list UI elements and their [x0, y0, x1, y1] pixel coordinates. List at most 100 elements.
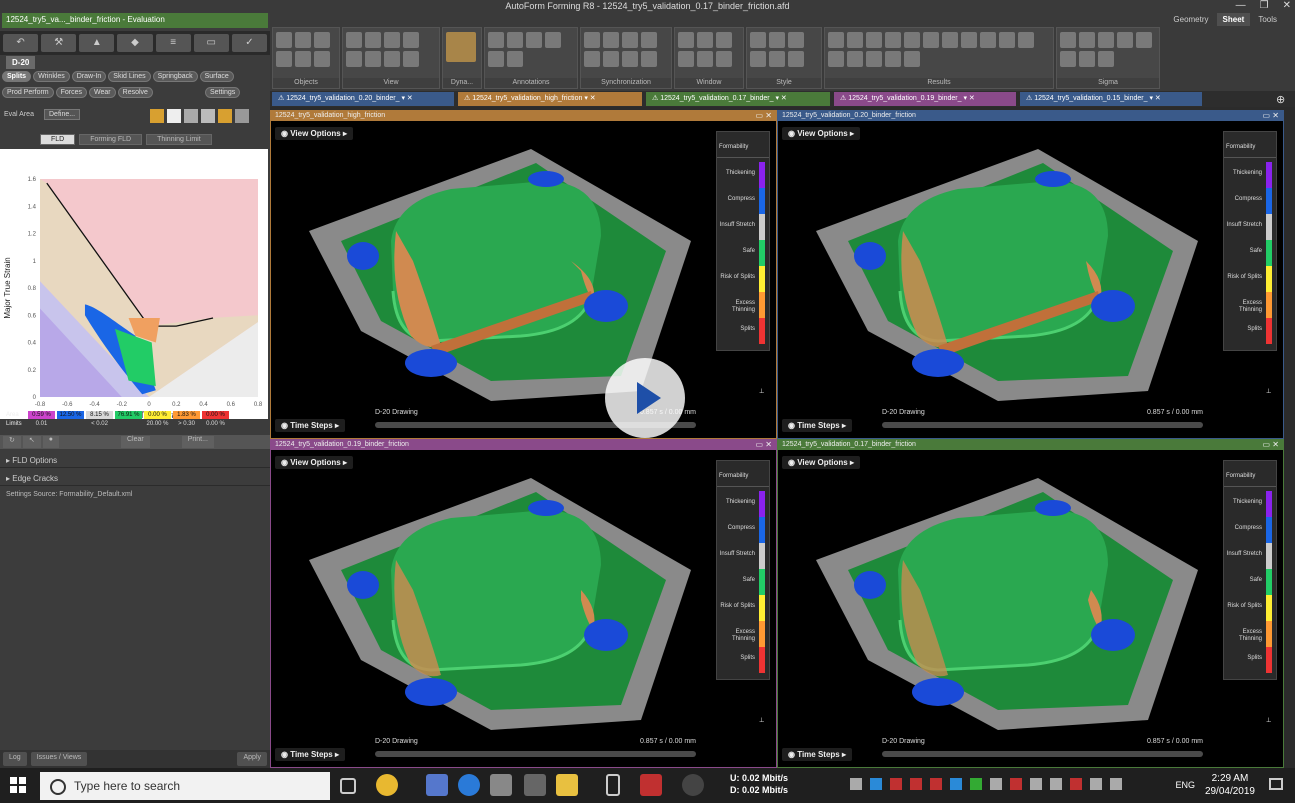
file-tab-0.20[interactable]: ⚠ 12524_try5_validation_0.20_binder_ ▾ ✕	[272, 92, 454, 106]
folder-icon[interactable]	[556, 774, 578, 796]
settings-button[interactable]: Settings	[204, 87, 241, 98]
results-icons[interactable]	[828, 32, 1050, 67]
tab-sheet[interactable]: Sheet	[1216, 13, 1251, 26]
objects-icons[interactable]	[276, 32, 336, 67]
monitor-icon[interactable]: ▭	[193, 34, 229, 52]
part-model[interactable]	[301, 470, 731, 730]
close-icon[interactable]: ▭ ✕	[1263, 111, 1279, 121]
edge-icon[interactable]	[458, 774, 480, 796]
tab-tools[interactable]: Tools	[1252, 13, 1283, 26]
log-button[interactable]: Log	[3, 752, 27, 766]
view-options-button[interactable]: ◉ View Options ▸	[275, 127, 353, 140]
taskbar-search[interactable]: Type here to search	[40, 772, 330, 800]
add-tab-icon[interactable]: ⊕	[1270, 91, 1291, 105]
part-model[interactable]	[808, 470, 1238, 730]
time-slider[interactable]	[375, 751, 696, 757]
undo-icon[interactable]: ↶	[3, 34, 39, 52]
file-tab-0.17[interactable]: ⚠ 12524_try5_validation_0.17_binder_ ▾ ✕	[646, 92, 830, 106]
annotations-icons[interactable]	[488, 32, 574, 67]
video-play-button[interactable]	[605, 358, 685, 438]
time-steps-button[interactable]: ◉ Time Steps ▸	[275, 419, 345, 432]
die-icon[interactable]: ▲	[79, 34, 115, 52]
tool-icon[interactable]: ⚒	[41, 34, 77, 52]
tray-icons[interactable]	[850, 778, 1122, 790]
style-icons[interactable]	[750, 32, 818, 67]
viewport-4[interactable]: 12524_try5_validation_0.17_binder_fricti…	[777, 439, 1284, 768]
view-icons[interactable]	[346, 32, 436, 67]
file-tab-0.19[interactable]: ⚠ 12524_try5_validation_0.19_binder_ ▾ ✕	[834, 92, 1016, 106]
minimize-button[interactable]: —	[1236, 0, 1246, 11]
clear-button[interactable]: Clear	[120, 436, 150, 448]
close-icon[interactable]: ▭ ✕	[756, 111, 772, 121]
part-tab[interactable]: D-20	[6, 56, 36, 69]
springback-button[interactable]: Springback	[152, 71, 198, 82]
close-icon[interactable]: ▭ ✕	[756, 440, 772, 450]
export-icon[interactable]	[235, 109, 249, 123]
task-view-icon[interactable]	[340, 778, 356, 794]
file-tab-0.15[interactable]: ⚠ 12524_try5_validation_0.15_binder_ ▾ ✕	[1020, 92, 1202, 106]
pin-icon[interactable]: ●	[42, 436, 59, 448]
window-icons[interactable]	[678, 32, 740, 67]
blank-icon[interactable]: ◆	[117, 34, 153, 52]
wrinkles-button[interactable]: Wrinkles	[33, 71, 70, 82]
hammer-icon[interactable]	[218, 109, 232, 123]
app-icon[interactable]	[426, 774, 448, 796]
dyna-icons[interactable]	[446, 32, 478, 62]
time-steps-button[interactable]: ◉ Time Steps ▸	[782, 748, 852, 761]
apply-button[interactable]: Apply	[237, 752, 267, 766]
part-model[interactable]	[301, 141, 731, 401]
tab-thinning-limit[interactable]: Thinning Limit	[146, 134, 212, 145]
wear-button[interactable]: Wear	[89, 87, 116, 98]
fld-chart[interactable]: -0.8 -0.6 -0.4 -0.2 0 0.2 0.4 0.6 0.8 0 0.2 0.4 0.6 0…	[0, 149, 268, 420]
table-icon[interactable]	[201, 109, 215, 123]
surface-button[interactable]: Surface	[199, 71, 234, 82]
tab-fld[interactable]: FLD	[40, 134, 76, 145]
envelope-icon[interactable]	[167, 109, 181, 123]
time-steps-button[interactable]: ◉ Time Steps ▸	[782, 419, 852, 432]
sync-icons[interactable]	[584, 32, 668, 67]
skid-lines-button[interactable]: Skid Lines	[108, 71, 151, 82]
refresh-icon[interactable]: ↻	[3, 436, 21, 448]
chrome-icon[interactable]	[376, 774, 398, 796]
notifications-icon[interactable]	[1269, 778, 1283, 790]
sigma-icons[interactable]	[1060, 32, 1156, 67]
close-icon[interactable]: ▭ ✕	[1263, 440, 1279, 450]
language-indicator[interactable]: ENG	[1175, 780, 1195, 790]
file-tab-high[interactable]: ⚠ 12524_try5_validation_high_friction ▾ …	[458, 92, 642, 106]
tab-geometry[interactable]: Geometry	[1167, 13, 1215, 26]
time-steps-button[interactable]: ◉ Time Steps ▸	[275, 748, 345, 761]
windows-start-icon[interactable]	[10, 777, 26, 793]
define-button[interactable]: Define...	[44, 109, 81, 120]
view-options-button[interactable]: ◉ View Options ▸	[275, 456, 353, 469]
process-icon[interactable]: ≡	[155, 34, 191, 52]
maximize-button[interactable]: ❐	[1260, 0, 1269, 11]
phone-icon[interactable]	[606, 774, 620, 796]
prod-perform-button[interactable]: Prod Perform	[2, 87, 54, 98]
part-model[interactable]	[808, 141, 1238, 401]
dot-icon[interactable]	[150, 109, 164, 123]
cursor-icon[interactable]: ↖	[22, 436, 41, 448]
issues-views-button[interactable]: Issues / Views	[30, 752, 88, 766]
evaluation-icon[interactable]: ✓	[231, 34, 267, 52]
edge-cracks-section[interactable]: ▸ Edge Cracks	[0, 470, 270, 486]
clock[interactable]: 2:29 AM 29/04/2019	[1205, 772, 1255, 798]
view-options-button[interactable]: ◉ View Options ▸	[782, 127, 860, 140]
view-options-button[interactable]: ◉ View Options ▸	[782, 456, 860, 469]
autoform-icon[interactable]	[640, 774, 662, 796]
obs-icon[interactable]	[682, 774, 704, 796]
time-slider[interactable]	[882, 422, 1203, 428]
resolve-button[interactable]: Resolve	[117, 87, 153, 98]
viewport-3[interactable]: 12524_try5_validation_0.19_binder_fricti…	[270, 439, 777, 768]
splits-button[interactable]: Splits	[2, 71, 32, 82]
tab-forming-fld[interactable]: Forming FLD	[79, 134, 143, 145]
viewport-2[interactable]: 12524_try5_validation_0.20_binder_fricti…	[777, 110, 1284, 439]
close-button[interactable]: ✕	[1283, 0, 1291, 11]
print-button[interactable]: Print...	[181, 436, 214, 448]
time-slider[interactable]	[882, 751, 1203, 757]
fld-icon[interactable]	[184, 109, 198, 123]
fld-options-section[interactable]: ▸ FLD Options	[0, 452, 270, 468]
viewport-1[interactable]: 12524_try5_validation_high_friction ▭ ✕ ◉…	[270, 110, 777, 439]
evaluation-tab[interactable]: 12524_try5_va..._binder_friction - Evalu…	[2, 13, 268, 28]
forces-button[interactable]: Forces	[55, 87, 88, 98]
calculator-icon[interactable]	[524, 774, 546, 796]
